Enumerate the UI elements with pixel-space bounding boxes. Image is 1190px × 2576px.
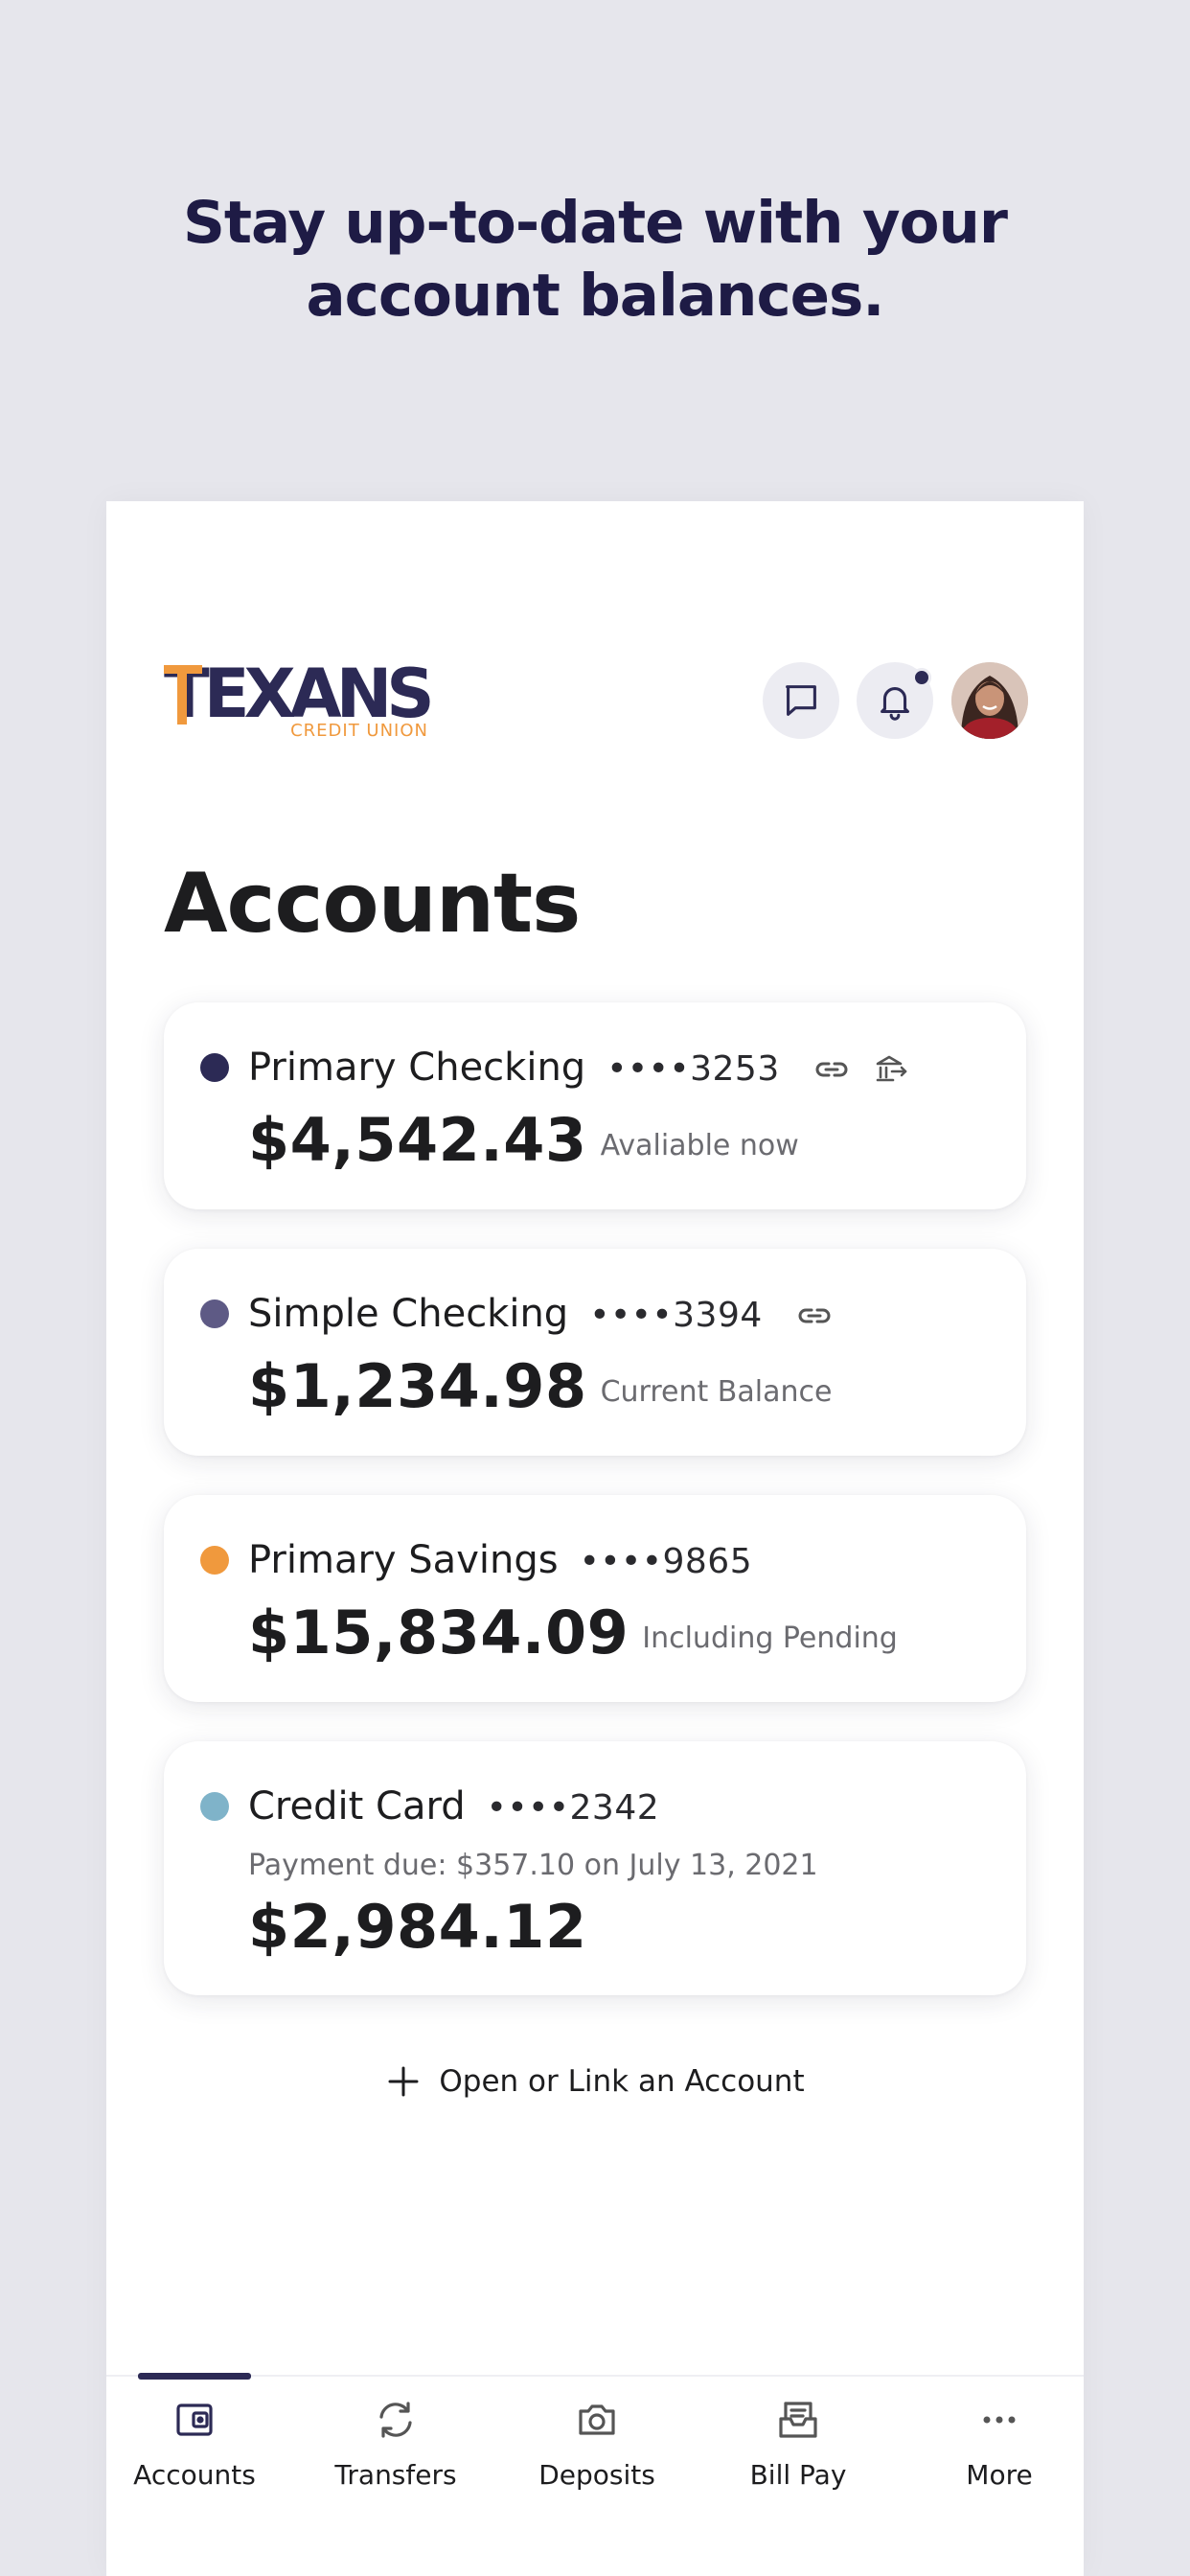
nav-bill-pay[interactable]: Bill Pay xyxy=(702,2396,894,2491)
account-mask: ••••2342 xyxy=(486,1788,660,1828)
account-color-dot xyxy=(200,1546,229,1575)
account-balance-row: $1,234.98 Current Balance xyxy=(248,1352,832,1427)
bill-icon xyxy=(779,2402,817,2438)
open-link-account-button[interactable]: Open or Link an Account xyxy=(106,2063,1084,2100)
payment-due: Payment due: $357.10 on July 13, 2021 xyxy=(248,1849,818,1882)
account-card-primary-checking[interactable]: Primary Checking ••••3253 $4,542.43 Avalia… xyxy=(164,1002,1026,1209)
camera-icon xyxy=(579,2404,615,2435)
nav-label: Accounts xyxy=(133,2459,256,2491)
nav-accounts[interactable]: Accounts xyxy=(99,2396,290,2491)
notifications-button[interactable] xyxy=(857,662,933,739)
account-name: Primary Savings xyxy=(248,1538,559,1582)
open-link-label: Open or Link an Account xyxy=(439,2064,805,2099)
balance-note: Avaliable now xyxy=(600,1129,799,1162)
nav-label: Transfers xyxy=(334,2459,457,2491)
more-icon xyxy=(983,2416,1016,2424)
active-tab-indicator xyxy=(138,2373,251,2380)
account-mask: ••••9865 xyxy=(579,1542,753,1581)
avatar[interactable] xyxy=(951,662,1028,739)
account-color-dot xyxy=(200,1792,229,1821)
chat-button[interactable] xyxy=(763,662,839,739)
account-name-row: Simple Checking ••••3394 xyxy=(248,1291,834,1339)
account-card-primary-savings[interactable]: Primary Savings ••••9865 $15,834.09 Includ… xyxy=(164,1495,1026,1702)
nav-transfers[interactable]: Transfers xyxy=(300,2396,492,2491)
account-name: Credit Card xyxy=(248,1784,466,1828)
account-name-row: Credit Card ••••2342 xyxy=(248,1783,659,1831)
bottom-nav: Accounts Transfers Deposits Bill Pay Mor… xyxy=(106,2373,1084,2576)
transfer-icon xyxy=(379,2402,412,2438)
texans-logo: TEXANS CREDIT UNION xyxy=(164,659,435,744)
plus-icon xyxy=(388,2066,419,2097)
account-color-dot xyxy=(200,1053,229,1082)
link-icon xyxy=(799,1308,831,1323)
account-balance-row: $15,834.09 Including Pending xyxy=(248,1598,898,1673)
account-balance-row: $4,542.43 Avaliable now xyxy=(248,1106,799,1181)
account-mask: ••••3253 xyxy=(606,1049,780,1089)
page-title: Accounts xyxy=(164,856,581,952)
notification-badge xyxy=(912,668,931,687)
bell-icon xyxy=(881,687,909,721)
account-balance: $15,834.09 xyxy=(248,1598,629,1668)
account-name: Simple Checking xyxy=(248,1292,569,1336)
logo-subtitle: CREDIT UNION xyxy=(290,721,428,741)
link-icon xyxy=(815,1062,848,1077)
account-name: Primary Checking xyxy=(248,1046,586,1090)
account-balance: $2,984.12 xyxy=(248,1892,587,1962)
account-name-row: Primary Savings ••••9865 xyxy=(248,1537,752,1585)
account-color-dot xyxy=(200,1300,229,1328)
account-card-simple-checking[interactable]: Simple Checking ••••3394 $1,234.98 Current… xyxy=(164,1249,1026,1456)
avatar-photo xyxy=(951,662,1028,739)
nav-deposits[interactable]: Deposits xyxy=(501,2396,693,2491)
balance-note: Including Pending xyxy=(642,1622,898,1655)
marketing-headline: Stay up-to-date with your account balanc… xyxy=(0,187,1190,333)
account-balance: $1,234.98 xyxy=(248,1351,587,1421)
chat-icon xyxy=(786,685,816,716)
nav-more[interactable]: More xyxy=(904,2396,1095,2491)
balance-note: Current Balance xyxy=(600,1375,833,1409)
bank-transfer-icon xyxy=(877,1055,907,1082)
account-name-row: Primary Checking ••••3253 xyxy=(248,1045,910,1092)
nav-label: Bill Pay xyxy=(749,2459,847,2491)
logo-t-accent xyxy=(164,665,202,724)
headline-line-2: account balances. xyxy=(306,262,885,330)
account-mask: ••••3394 xyxy=(589,1296,763,1335)
account-balance: $4,542.43 xyxy=(248,1105,587,1175)
account-card-credit-card[interactable]: Credit Card ••••2342 Payment due: $357.10… xyxy=(164,1741,1026,1995)
nav-label: More xyxy=(966,2459,1033,2491)
headline-line-1: Stay up-to-date with your xyxy=(182,189,1008,257)
nav-label: Deposits xyxy=(538,2459,655,2491)
app-screen: TEXANS CREDIT UNION Accounts Primary Che… xyxy=(106,501,1084,2576)
wallet-icon xyxy=(176,2404,213,2436)
